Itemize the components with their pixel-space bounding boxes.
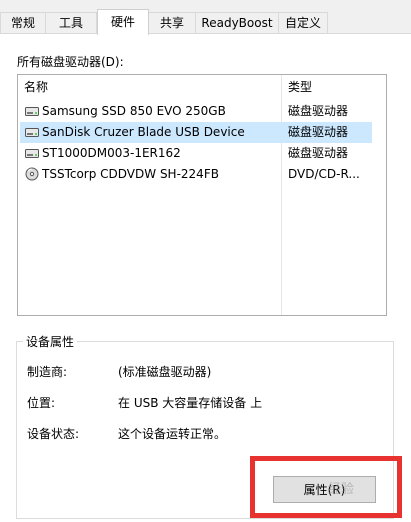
device-list[interactable]: 名称 类型 Samsung SSD 850 EVO 250GB 磁盘驱动器 Sa…: [17, 74, 387, 316]
manufacturer-value: (标准磁盘驱动器): [118, 365, 212, 379]
all-disk-drives-label: 所有磁盘驱动器(D):: [17, 55, 124, 69]
device-type: DVD/CD-R...: [288, 167, 360, 181]
device-row-st1000dm003[interactable]: ST1000DM003-1ER162 磁盘驱动器: [20, 143, 372, 164]
device-row-tsstcorp-dvd[interactable]: TSSTcorp CDDVDW SH-224FB DVD/CD-R...: [20, 164, 372, 185]
tab-sharing[interactable]: 共享: [148, 12, 196, 34]
optical-drive-icon: [25, 167, 39, 181]
device-type: 磁盘驱动器: [288, 125, 349, 139]
tab-customize[interactable]: 自定义: [278, 12, 328, 34]
device-status-value: 这个设备运转正常。: [118, 427, 227, 441]
disk-drive-icon: [25, 149, 39, 158]
disk-drive-icon: [25, 107, 39, 116]
disk-drive-icon: [25, 128, 39, 137]
tab-hardware[interactable]: 硬件: [97, 9, 149, 35]
device-name: Samsung SSD 850 EVO 250GB: [42, 104, 226, 118]
device-properties-title: 设备属性: [23, 333, 78, 350]
device-status-label: 设备状态:: [27, 427, 80, 441]
column-header-type[interactable]: 类型: [288, 75, 312, 99]
properties-button[interactable]: 属性(R): [273, 476, 376, 503]
device-row-sandisk-cruzer[interactable]: SanDisk Cruzer Blade USB Device 磁盘驱动器: [20, 122, 372, 143]
location-label: 位置:: [27, 396, 56, 410]
location-value: 在 USB 大容量存储设备 上: [118, 396, 263, 410]
device-type: 磁盘驱动器: [288, 146, 349, 160]
device-type: 磁盘驱动器: [288, 104, 349, 118]
device-row-samsung-ssd[interactable]: Samsung SSD 850 EVO 250GB 磁盘驱动器: [20, 101, 372, 122]
device-name: SanDisk Cruzer Blade USB Device: [42, 125, 245, 139]
column-header-name[interactable]: 名称: [24, 75, 48, 99]
tab-strip: 常规 工具 硬件 共享 ReadyBoost 自定义: [0, 0, 411, 35]
tab-readyboost[interactable]: ReadyBoost: [195, 12, 279, 34]
tab-general[interactable]: 常规: [0, 12, 46, 34]
device-name: ST1000DM003-1ER162: [42, 146, 181, 160]
manufacturer-label: 制造商:: [27, 365, 68, 379]
device-name: TSSTcorp CDDVDW SH-224FB: [42, 167, 219, 181]
tab-tools[interactable]: 工具: [45, 12, 97, 34]
